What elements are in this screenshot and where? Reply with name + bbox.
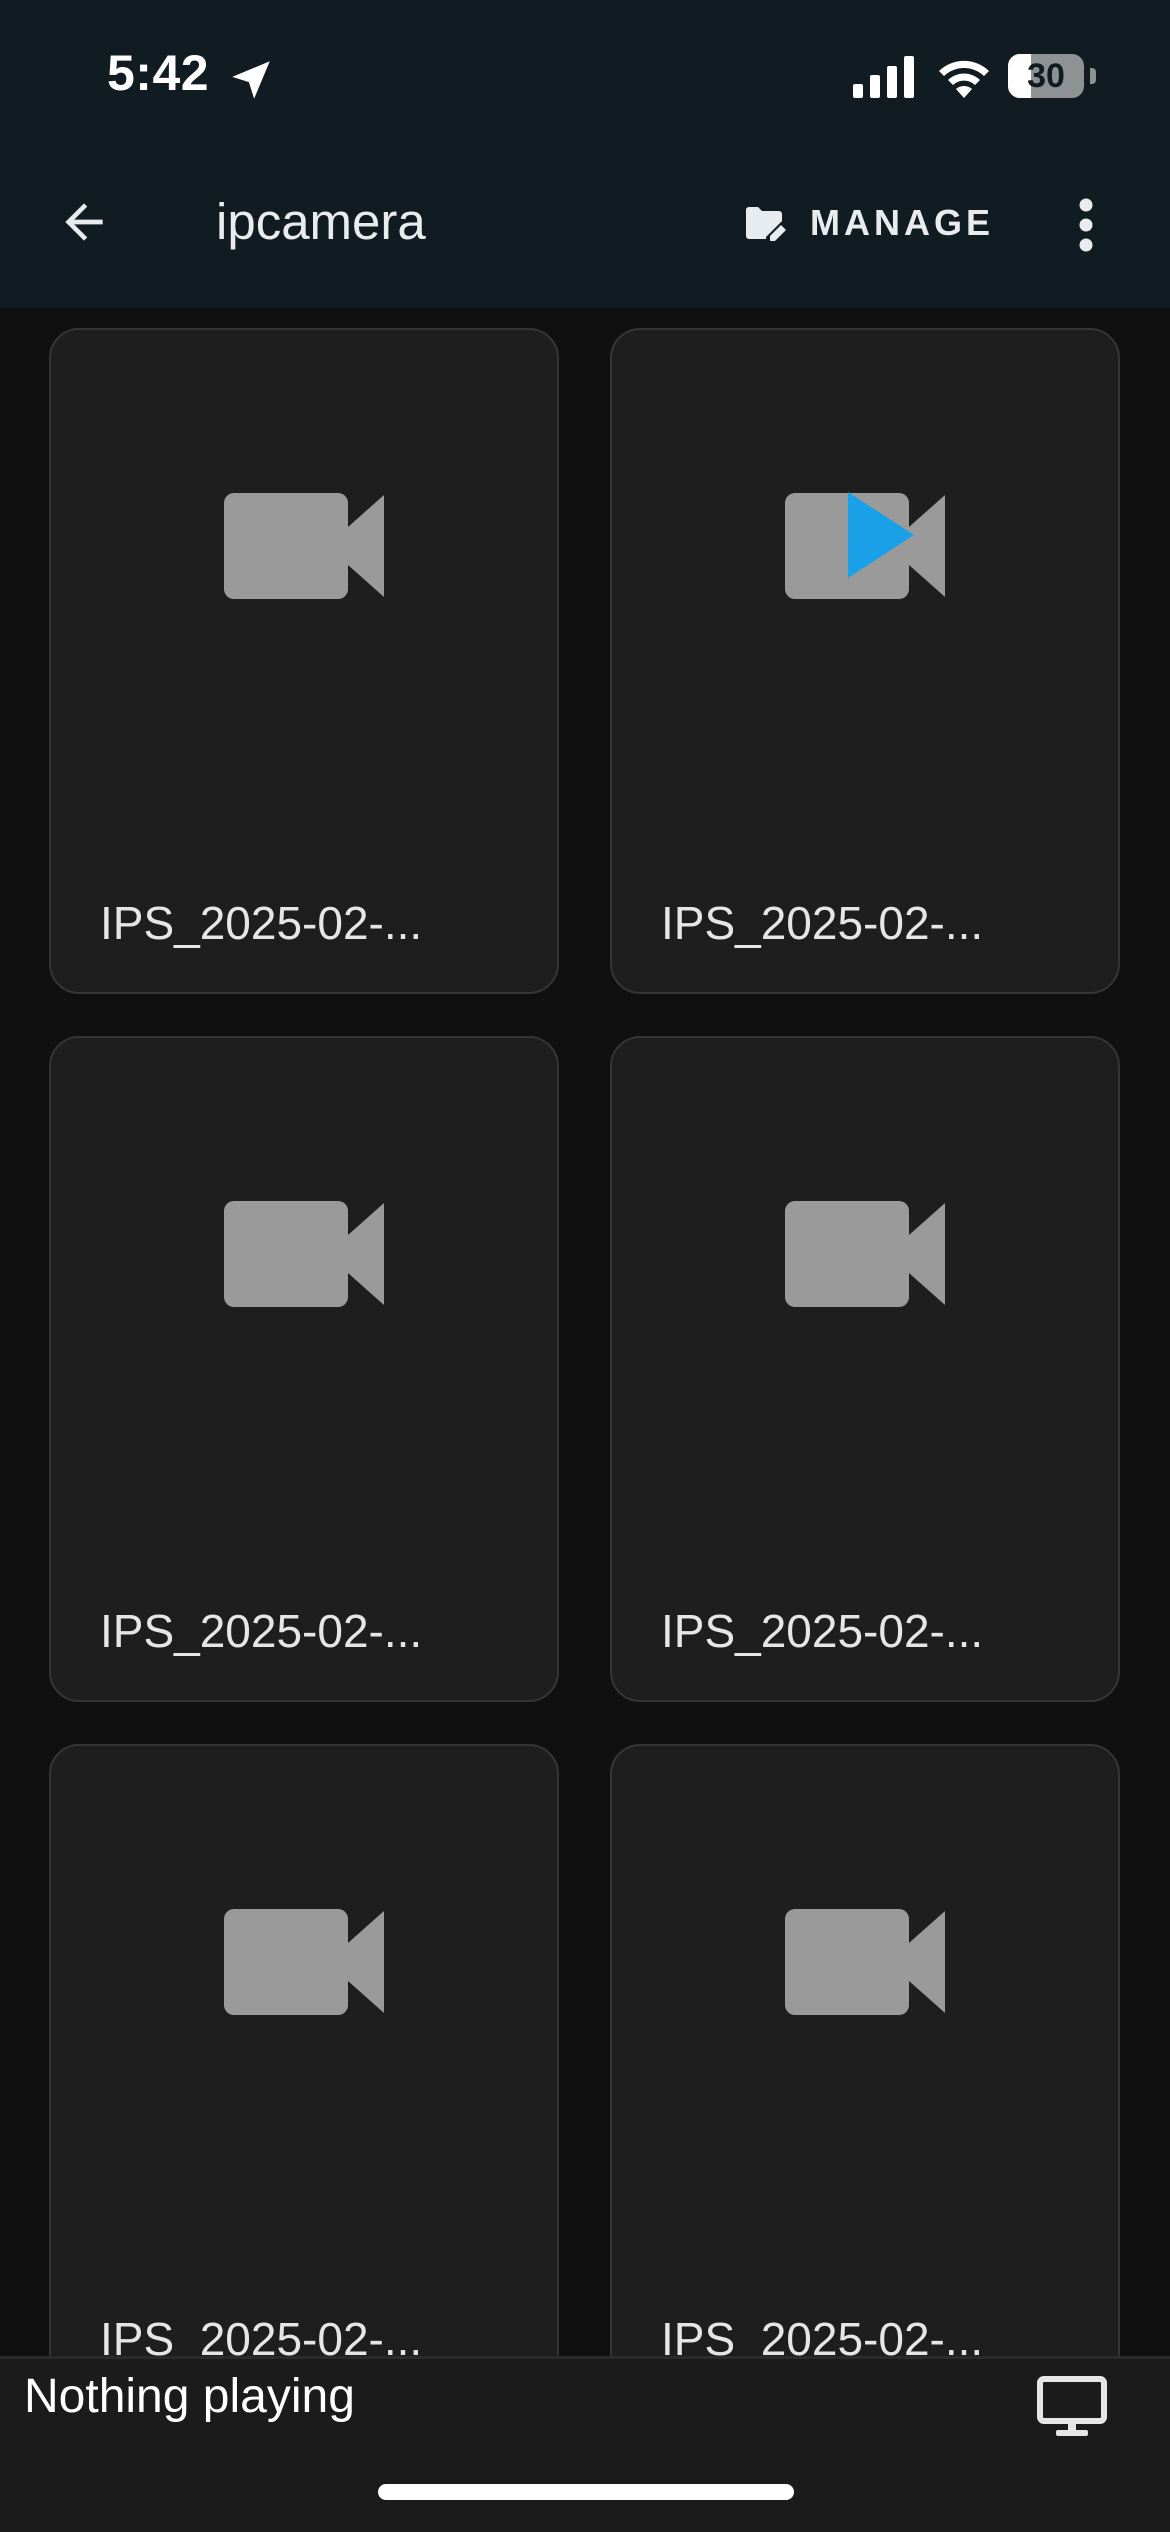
arrow-back-icon	[65, 203, 103, 241]
file-grid: IPS_2025-02-... IPS_2025-02-... IPS_2025…	[0, 308, 1170, 2358]
file-thumbnail	[612, 1198, 1118, 1310]
battery-cap	[1090, 68, 1096, 84]
file-thumbnail	[51, 1198, 557, 1310]
more-vert-icon	[1079, 198, 1093, 252]
file-name: IPS_2025-02-...	[100, 2313, 423, 2358]
file-name: IPS_2025-02-...	[100, 897, 423, 949]
file-card[interactable]: IPS_2025-02-...	[610, 1036, 1120, 1702]
now-playing-icon	[848, 492, 914, 578]
wifi-icon	[939, 60, 989, 98]
manage-label: MANAGE	[810, 202, 994, 243]
cast-to-display-icon[interactable]	[1036, 2375, 1108, 2439]
file-name: IPS_2025-02-...	[661, 1605, 984, 1657]
file-thumbnail	[51, 1906, 557, 2018]
top-bar: 5:42 30 ipcamera MANAGE	[0, 0, 1170, 308]
video-camera-icon	[224, 493, 384, 599]
video-camera-icon	[785, 1201, 945, 1307]
mini-player[interactable]: Nothing playing	[0, 2356, 1170, 2532]
video-camera-icon	[785, 1909, 945, 2015]
manage-button[interactable]: MANAGE	[740, 192, 994, 254]
video-camera-icon	[224, 1201, 384, 1307]
home-indicator[interactable]	[378, 2484, 794, 2500]
more-options-button[interactable]	[1064, 190, 1108, 260]
battery-level: 30	[1027, 57, 1065, 95]
file-thumbnail	[612, 1906, 1118, 2018]
file-name: IPS_2025-02-...	[100, 1605, 423, 1657]
file-card[interactable]: IPS_2025-02-...	[610, 328, 1120, 994]
cellular-signal-icon	[853, 56, 914, 98]
folder-edit-icon	[746, 207, 786, 241]
file-card[interactable]: IPS_2025-02-...	[49, 328, 559, 994]
file-thumbnail	[51, 490, 557, 602]
page-title: ipcamera	[216, 193, 426, 250]
location-arrow-icon	[232, 61, 270, 99]
back-button[interactable]	[48, 186, 120, 258]
file-card[interactable]: IPS_2025-02-...	[610, 1744, 1120, 2358]
now-playing-status: Nothing playing	[24, 2370, 355, 2423]
file-card[interactable]: IPS_2025-02-...	[49, 1036, 559, 1702]
screen: 5:42 30 ipcamera MANAGE IPS_2025-02-... …	[0, 0, 1170, 2532]
file-name: IPS_2025-02-...	[661, 897, 984, 949]
file-card[interactable]: IPS_2025-02-...	[49, 1744, 559, 2358]
file-name: IPS_2025-02-...	[661, 2313, 984, 2358]
status-time: 5:42	[107, 45, 210, 101]
video-camera-icon	[224, 1909, 384, 2015]
battery-indicator: 30	[1008, 54, 1096, 98]
